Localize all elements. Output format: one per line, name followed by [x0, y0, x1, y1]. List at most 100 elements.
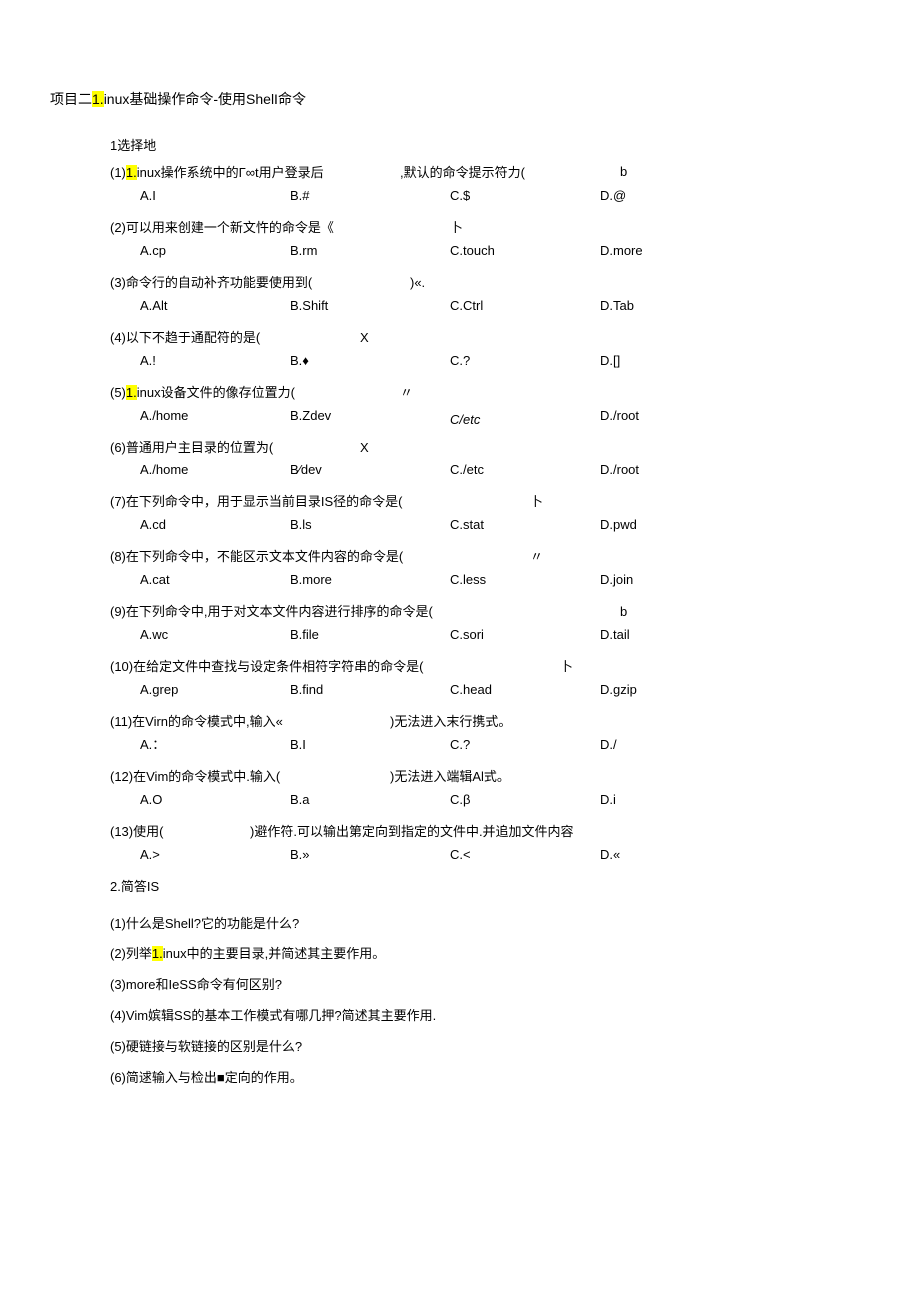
q11-opt-b: B.I: [290, 737, 306, 754]
page-content: 项目二1.inux基础操作命令-使用ShelI命令 1选择地 (1)1.inux…: [0, 0, 920, 1151]
q13-opt-b: B.»: [290, 847, 310, 864]
q5-mid: 〃: [400, 385, 413, 402]
q11-mid: )无法进入末行携式。: [390, 714, 511, 731]
q5-stem-after: inux设备文件的像存位置力(: [137, 385, 295, 400]
q8-opt-d: D.join: [600, 572, 633, 589]
question-12: (12)在Vim的命令模式中.输入( )无法进入端辑Al式。 A.O B.a C…: [110, 769, 870, 810]
section-1: 1选择地 (1)1.inux操作系统中的Γ∞t用户登录后 ,默认的命令提示符力(…: [110, 138, 870, 895]
q9-opt-c: C.sori: [450, 627, 484, 644]
q11-opt-c: C.?: [450, 737, 470, 754]
sa-3: (3)more和IeSS命令有何区别?: [110, 977, 870, 994]
q6-mid: X: [360, 440, 369, 457]
q12-mid: )无法进入端辑Al式。: [390, 769, 510, 786]
q4-mid: X: [360, 330, 369, 347]
question-13: (13)使用( )避作符.可以输出第定向到指定的文件中.并追加文件内容 A.> …: [110, 824, 870, 865]
q9-stem: (9)在下列命令中,用于对文本文件内容进行排序的命令是(: [110, 604, 433, 619]
question-4: (4)以下不趋于通配符的是( X A.! B.♦ C.? D.[]: [110, 330, 870, 371]
q1-stem-tail: ,默认的命令提示符力(: [400, 165, 525, 182]
question-11: (11)在Virn的命令模式中,输入« )无法进入末行携式。 A.： B.I C…: [110, 714, 870, 755]
q6-opt-b: B∕dev: [290, 462, 322, 479]
q1-stem-after: inux操作系统中的Γ∞t用户登录后: [137, 165, 324, 180]
q3-opt-c: C.Ctrl: [450, 298, 483, 315]
q10-opt-b: B.find: [290, 682, 323, 699]
short-answer-section: (1)什么是Shell?它的功能是什么? (2)列举1.inux中的主要目录,并…: [110, 916, 870, 1087]
q1-opt-b: B.#: [290, 188, 310, 205]
q8-opt-b: B.more: [290, 572, 332, 589]
q7-opt-d: D.pwd: [600, 517, 637, 534]
q5-stem-before: (5): [110, 385, 126, 400]
q11-stem: (11)在Virn的命令模式中,输入«: [110, 714, 283, 729]
sa-2: (2)列举1.inux中的主要目录,并简述其主要作用。: [110, 946, 870, 963]
sa-6: (6)简逑输入与检出■定向的作用。: [110, 1070, 870, 1087]
q9-opt-d: D.tail: [600, 627, 630, 644]
q4-opt-c: C.?: [450, 353, 470, 370]
q7-opt-a: A.cd: [140, 517, 166, 534]
q13-mid: )避作符.可以输出第定向到指定的文件中.并追加文件内容: [250, 824, 574, 841]
title-part2: inux基础操作命令-使用ShelI命令: [104, 91, 306, 107]
section-2-head: 2.简答IS: [110, 879, 870, 896]
q8-stem: (8)在下列命令中，不能区示文本文件内容的命令是(: [110, 549, 403, 564]
q13-stem: (13)使用(: [110, 824, 163, 839]
q13-opt-a: A.>: [140, 847, 160, 864]
q4-stem: (4)以下不趋于通配符的是(: [110, 330, 260, 345]
q3-opt-a: A.Alt: [140, 298, 167, 315]
sa-1: (1)什么是Shell?它的功能是什么?: [110, 916, 870, 933]
q10-stem: (10)在给定文件中查找与设定条件相符字符串的命令是(: [110, 659, 423, 674]
q10-opt-a: A.grep: [140, 682, 178, 699]
question-10: (10)在给定文件中查找与设定条件相符字符串的命令是( 卜 A.grep B.f…: [110, 659, 870, 700]
sa-4: (4)Vim嫔辑SS的基本工作模式有哪几押?简述其主要作用.: [110, 1008, 870, 1025]
q4-opt-d: D.[]: [600, 353, 620, 370]
q13-opt-c: C.<: [450, 847, 471, 864]
question-7: (7)在下列命令中，用于显示当前目录IS径的命令是( 卜 A.cd B.ls C…: [110, 494, 870, 535]
title-highlight: 1.: [92, 91, 104, 107]
q2-stem: (2)可以用来创建一个新文忤的命令是《: [110, 220, 334, 235]
q1-stem-before: (1): [110, 165, 126, 180]
q4-opt-b: B.♦: [290, 353, 309, 370]
q9-opt-a: A.wc: [140, 627, 168, 644]
q12-opt-d: D.i: [600, 792, 616, 809]
q6-opt-c: C./etc: [450, 462, 484, 479]
q3-opt-b: B.Shift: [290, 298, 328, 315]
q6-opt-d: D./root: [600, 462, 639, 479]
q5-opt-d: D./root: [600, 408, 639, 425]
question-9: (9)在下列命令中,用于对文本文件内容进行排序的命令是( b A.wc B.fi…: [110, 604, 870, 645]
sa-2-hl: 1.: [152, 946, 163, 961]
q7-stem: (7)在下列命令中，用于显示当前目录IS径的命令是(: [110, 494, 403, 509]
q2-opt-d: D.more: [600, 243, 643, 260]
q6-stem: (6)普通用户主目录的位置为(: [110, 440, 273, 455]
q3-mid: )«.: [410, 275, 425, 292]
question-8: (8)在下列命令中，不能区示文本文件内容的命令是( 〃 A.cat B.more…: [110, 549, 870, 590]
q2-opt-b: B.rm: [290, 243, 317, 260]
q8-opt-c: C.less: [450, 572, 486, 589]
q9-answer: b: [620, 604, 627, 621]
q5-opt-b: B.Zdev: [290, 408, 331, 425]
page-title: 项目二1.inux基础操作命令-使用ShelI命令: [50, 90, 870, 108]
q3-opt-d: D.Tab: [600, 298, 634, 315]
q9-opt-b: B.file: [290, 627, 319, 644]
q12-opt-a: A.O: [140, 792, 162, 809]
q2-opt-c: C.touch: [450, 243, 495, 260]
sa-5: (5)硬链接与软链接的区别是什么?: [110, 1039, 870, 1056]
q10-opt-d: D.gzip: [600, 682, 637, 699]
q12-opt-b: B.a: [290, 792, 310, 809]
q4-opt-a: A.!: [140, 353, 156, 370]
q8-opt-a: A.cat: [140, 572, 170, 589]
q6-opt-a: A./home: [140, 462, 188, 479]
question-1: (1)1.inux操作系统中的Γ∞t用户登录后 ,默认的命令提示符力( b A.…: [110, 165, 870, 206]
q1-hl: 1.: [126, 165, 137, 180]
section-1-head: 1选择地: [110, 138, 870, 155]
question-2: (2)可以用来创建一个新文忤的命令是《 卜 A.cp B.rm C.touch …: [110, 220, 870, 261]
q2-mid: 卜: [450, 220, 463, 237]
q1-opt-d: D.@: [600, 188, 626, 205]
q7-opt-c: C.stat: [450, 517, 484, 534]
q5-opt-c: C/etc: [450, 412, 480, 429]
sa-2-after: inux中的主要目录,并简述其主要作用。: [163, 946, 385, 961]
q13-opt-d: D.«: [600, 847, 620, 864]
title-part1: 项目二: [50, 91, 92, 107]
q12-opt-c: C.β: [450, 792, 470, 809]
q11-opt-a: A.：: [140, 737, 165, 754]
q5-hl: 1.: [126, 385, 137, 400]
sa-2-before: (2)列举: [110, 946, 152, 961]
q12-stem: (12)在Vim的命令模式中.输入(: [110, 769, 280, 784]
q2-opt-a: A.cp: [140, 243, 166, 260]
